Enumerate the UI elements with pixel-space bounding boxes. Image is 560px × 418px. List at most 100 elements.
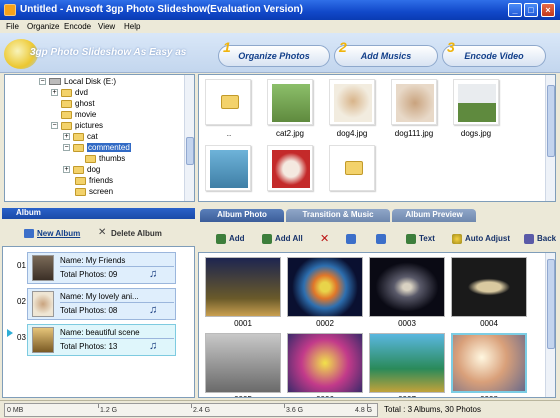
new-album-icon [24, 229, 34, 239]
folder-icon [61, 110, 72, 119]
collapse-icon[interactable]: − [39, 78, 46, 86]
move-down-button[interactable] [346, 234, 359, 244]
file-thumbnail[interactable] [205, 79, 251, 125]
tree-item-label: dog [87, 165, 101, 174]
text-label: Text [419, 234, 435, 244]
file-name: cat2.jpg [275, 129, 305, 138]
album-photo[interactable] [287, 333, 363, 393]
tab-transition-music[interactable]: Transition & Music [286, 209, 390, 222]
expand-icon[interactable]: + [63, 133, 70, 141]
tree-item-label: ghost [75, 99, 95, 108]
collapse-icon[interactable]: − [51, 122, 58, 130]
background-button[interactable]: Back [524, 234, 556, 244]
file-thumbnail[interactable] [267, 145, 313, 191]
music-note-icon[interactable]: ♫ [149, 340, 157, 352]
menu-help[interactable]: Help [124, 22, 140, 31]
tree-item-label: thumbs [99, 154, 126, 163]
expand-icon[interactable]: + [51, 89, 58, 97]
current-album-arrow-icon [7, 329, 13, 337]
album-photo-grid[interactable]: 0001 0002 0003 0004 0005 0006 0007 0008 [198, 252, 556, 398]
tree-scrollbar[interactable] [184, 75, 194, 201]
album-item[interactable]: Name: My Friends Total Photos: 09 ♫ [27, 252, 176, 284]
menu-view[interactable]: View [98, 22, 115, 31]
background-icon [524, 234, 534, 244]
file-thumbnail[interactable] [267, 79, 313, 125]
file-thumbnail[interactable] [391, 79, 437, 125]
file-thumbnail[interactable] [329, 79, 375, 125]
delete-icon: ✕ [98, 227, 107, 239]
tab-album-preview[interactable]: Album Preview [392, 209, 476, 222]
auto-adjust-button[interactable]: Auto Adjust [452, 234, 510, 244]
add-all-icon [262, 234, 272, 244]
add-musics-button[interactable]: 2 Add Musics [334, 39, 438, 67]
tree-item-label: dvd [75, 88, 88, 97]
move-down-icon [346, 234, 356, 244]
tree-item[interactable]: + dog [63, 165, 100, 175]
delete-album-button[interactable]: ✕ Delete Album [98, 227, 162, 239]
remove-button[interactable]: ✕ [320, 233, 333, 245]
menu-file[interactable]: File [6, 22, 19, 31]
collapse-icon[interactable]: − [63, 144, 70, 152]
expand-icon[interactable]: + [63, 166, 70, 174]
file-browser[interactable]: .. cat2.jpg dog4.jpg dog111.jpg dogs.jpg [198, 74, 556, 202]
tree-item-selected[interactable]: − commented [63, 143, 131, 153]
photo-scrollbar[interactable] [545, 253, 555, 397]
scroll-thumb[interactable] [547, 85, 555, 157]
menu-encode[interactable]: Encode [64, 22, 91, 31]
close-button[interactable]: × [541, 3, 555, 17]
album-list[interactable]: 01 Name: My Friends Total Photos: 09 ♫ 0… [2, 246, 195, 398]
add-all-label: Add All [275, 234, 303, 244]
tree-item[interactable]: thumbs [85, 154, 125, 164]
album-photo-selected[interactable] [451, 333, 527, 393]
album-item[interactable]: Name: My lovely ani... Total Photos: 08 … [27, 288, 176, 320]
music-note-icon[interactable]: ♫ [149, 304, 157, 316]
tree-item[interactable]: ghost [61, 99, 95, 109]
new-album-button[interactable]: New Album [24, 229, 80, 239]
file-thumbnail[interactable] [453, 79, 499, 125]
album-photo[interactable] [205, 333, 281, 393]
add-all-button[interactable]: Add All [262, 234, 303, 244]
step-label: Organize Photos [238, 51, 310, 61]
status-summary: Total : 3 Albums, 30 Photos [384, 405, 481, 414]
album-photo[interactable] [451, 257, 527, 317]
album-photo-count: Total Photos: 13 [60, 342, 118, 351]
file-scrollbar[interactable] [545, 75, 555, 201]
tree-item-label: Local Disk (E:) [64, 77, 117, 86]
photo-action-toolbar: Add Add All ✕ Text Auto Adjust Back [198, 228, 556, 250]
text-button[interactable]: Text [406, 234, 435, 244]
scroll-thumb[interactable] [186, 137, 194, 165]
album-photo[interactable] [287, 257, 363, 317]
music-note-icon[interactable]: ♫ [149, 268, 157, 280]
remove-icon: ✕ [320, 233, 330, 245]
tree-item[interactable]: + dvd [51, 88, 88, 98]
add-icon [216, 234, 226, 244]
organize-photos-button[interactable]: 1 Organize Photos [218, 39, 330, 67]
album-item-selected[interactable]: Name: beautiful scene Total Photos: 13 ♫ [27, 324, 176, 356]
menu-organize[interactable]: Organize [27, 22, 59, 31]
minimize-button[interactable]: _ [508, 3, 522, 17]
tree-item[interactable]: screen [75, 187, 113, 197]
tree-item[interactable]: + cat [63, 132, 98, 142]
tree-item[interactable]: − pictures [51, 121, 103, 131]
folder-icon [73, 132, 84, 141]
maximize-button[interactable]: □ [524, 3, 538, 17]
folder-icon [61, 99, 72, 108]
image-preview [272, 150, 310, 188]
album-photo[interactable] [369, 333, 445, 393]
tree-item[interactable]: friends [75, 176, 113, 186]
photo-number: 0002 [316, 319, 334, 328]
file-thumbnail[interactable] [329, 145, 375, 191]
tree-item[interactable]: − Local Disk (E:) [39, 77, 116, 87]
encode-video-button[interactable]: 3 Encode Video [442, 39, 546, 67]
album-photo[interactable] [369, 257, 445, 317]
scroll-thumb[interactable] [547, 259, 555, 349]
move-up-button[interactable] [376, 234, 389, 244]
tree-item[interactable]: movie [61, 110, 96, 120]
folder-tree[interactable]: − Local Disk (E:) + dvd ghost movie − pictu… [4, 74, 195, 202]
step-banner: 3gp Photo Slideshow As Easy as 1 Organiz… [0, 33, 560, 73]
album-photo[interactable] [205, 257, 281, 317]
add-button[interactable]: Add [216, 234, 245, 244]
album-photo-count: Total Photos: 08 [60, 306, 118, 315]
file-thumbnail[interactable] [205, 145, 251, 191]
tab-album-photo[interactable]: Album Photo [200, 209, 284, 222]
